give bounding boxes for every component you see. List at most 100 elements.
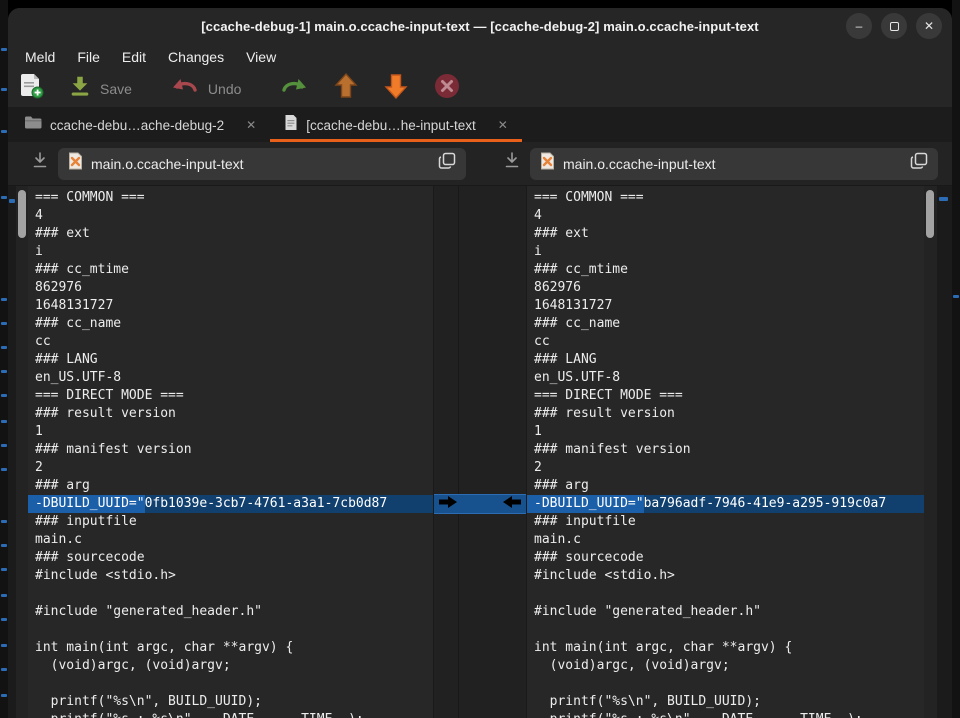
maximize-icon	[890, 22, 899, 31]
file-entry-right[interactable]: main.o.ccache-input-text	[530, 148, 938, 180]
menu-changes[interactable]: Changes	[157, 47, 235, 67]
scrollbar-right[interactable]	[924, 186, 937, 718]
push-left-icon[interactable]	[501, 495, 523, 514]
file-browse-icon[interactable]	[910, 152, 928, 175]
background-mark	[1, 88, 7, 91]
code-line: main.c	[28, 531, 433, 549]
scrollbar-left[interactable]	[16, 186, 28, 718]
background-mark	[1, 468, 7, 471]
background-window-sliver-right	[952, 0, 960, 718]
background-mark	[1, 444, 7, 447]
file-name: main.o.ccache-input-text	[91, 156, 438, 172]
background-window-sliver-left	[0, 0, 8, 718]
previous-change-button[interactable]	[321, 70, 371, 107]
file-browse-icon[interactable]	[438, 152, 456, 175]
code-line: ### result version	[28, 405, 433, 423]
code-line: int main(int argc, char **argv) {	[28, 639, 433, 657]
save-pane-icon[interactable]	[504, 152, 520, 176]
code-line: #include "generated_header.h"	[28, 603, 433, 621]
close-button[interactable]: ✕	[916, 13, 942, 39]
code-line: ### manifest version	[527, 441, 937, 459]
code-line: 862976	[28, 279, 433, 297]
menu-view[interactable]: View	[235, 47, 287, 67]
file-icon	[540, 152, 555, 175]
change-link-band	[434, 494, 526, 514]
code-line: printf("%s : %s\n", __DATE__, __TIME__);	[28, 711, 433, 718]
maximize-button[interactable]	[881, 13, 907, 39]
screen: { "window": { "title": "[ccache-debug-1]…	[0, 0, 960, 718]
save-pane-icon[interactable]	[32, 152, 48, 176]
background-mark	[1, 420, 7, 423]
background-mark	[1, 644, 7, 647]
code-line: printf("%s\n", BUILD_UUID);	[527, 693, 937, 711]
redo-button[interactable]	[267, 70, 321, 107]
background-mark	[1, 594, 7, 597]
background-mark	[1, 694, 7, 697]
text-pane-left[interactable]: === COMMON ===4### exti### cc_mtime86297…	[28, 186, 433, 718]
file-chooser-right: main.o.ccache-input-text	[480, 142, 952, 185]
background-mark	[953, 295, 959, 298]
menu-edit[interactable]: Edit	[111, 47, 157, 67]
window-controls: – ✕	[846, 13, 942, 39]
menu-file[interactable]: File	[66, 47, 111, 67]
code-line: i	[28, 243, 433, 261]
save-button[interactable]: Save	[56, 70, 144, 107]
background-mark	[1, 196, 7, 199]
scrollbar-handle[interactable]	[18, 190, 26, 238]
scrollbar-handle[interactable]	[926, 190, 934, 238]
code-line: 862976	[527, 279, 937, 297]
code-line: 4	[28, 207, 433, 225]
file-chooser-row: main.o.ccache-input-text	[8, 142, 952, 186]
document-icon	[284, 114, 298, 136]
folder-icon	[24, 115, 42, 135]
file-entry-left[interactable]: main.o.ccache-input-text	[58, 148, 466, 180]
code-line: #include <stdio.h>	[28, 567, 433, 585]
code-line: ### LANG	[527, 351, 937, 369]
code-line	[28, 585, 433, 603]
minimize-button[interactable]: –	[846, 13, 872, 39]
stop-button[interactable]	[421, 70, 473, 107]
chunk-map-left[interactable]	[8, 186, 16, 718]
code-line: 1648131727	[28, 297, 433, 315]
code-line	[527, 585, 937, 603]
background-mark	[1, 544, 7, 547]
code-line: en_US.UTF-8	[28, 369, 433, 387]
code-line: 2	[28, 459, 433, 477]
tab-folder-comparison[interactable]: ccache-debu…ache-debug-2 ✕	[10, 108, 270, 142]
code-line	[28, 621, 433, 639]
code-line: 1	[28, 423, 433, 441]
code-line: #include "generated_header.h"	[527, 603, 937, 621]
code-line: === DIRECT MODE ===	[28, 387, 433, 405]
tab-close-icon[interactable]: ✕	[498, 118, 508, 132]
stop-icon	[433, 72, 461, 105]
chunk-tick	[9, 199, 15, 203]
titlebar[interactable]: [ccache-debug-1] main.o.ccache-input-tex…	[8, 8, 952, 44]
code-line: === DIRECT MODE ===	[527, 387, 937, 405]
tab-file-comparison[interactable]: [ccache-debu…he-input-text ✕	[270, 108, 522, 142]
toolbar: Save Undo	[8, 70, 952, 108]
background-mark	[1, 370, 7, 373]
menu-meld[interactable]: Meld	[14, 47, 66, 67]
background-mark	[1, 130, 7, 133]
chunk-map-right[interactable]	[937, 186, 952, 718]
meld-window: [ccache-debug-1] main.o.ccache-input-tex…	[8, 8, 952, 718]
background-mark	[1, 48, 7, 51]
code-line: 1	[527, 423, 937, 441]
background-mark	[1, 394, 7, 397]
code-line: ### cc_mtime	[28, 261, 433, 279]
file-name: main.o.ccache-input-text	[563, 156, 910, 172]
text-pane-right[interactable]: === COMMON ===4### exti### cc_mtime86297…	[527, 186, 937, 718]
background-mark	[1, 346, 7, 349]
next-change-button[interactable]	[371, 70, 421, 107]
code-line: ### arg	[527, 477, 937, 495]
diff-line-changed-text: 0fb1039e-3cb7-4761-a3a1-7cb0d87	[145, 495, 433, 513]
link-gutter	[433, 186, 527, 718]
file-chooser-left: main.o.ccache-input-text	[8, 142, 480, 185]
undo-button[interactable]: Undo	[158, 70, 253, 107]
code-line: 2	[527, 459, 937, 477]
tab-close-icon[interactable]: ✕	[246, 118, 256, 132]
new-comparison-button[interactable]	[8, 70, 56, 107]
code-line: ### cc_name	[527, 315, 937, 333]
push-right-icon[interactable]	[437, 495, 459, 514]
code-line: ### cc_name	[28, 315, 433, 333]
